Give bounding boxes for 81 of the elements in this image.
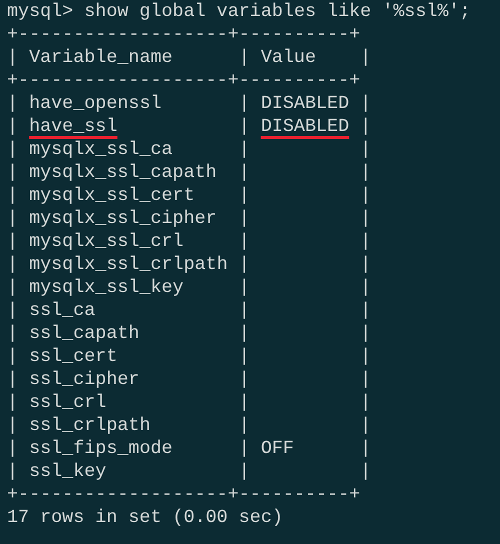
table-cell: ssl_cert: [29, 346, 118, 367]
column-separator: |: [360, 391, 372, 414]
column-separator: |: [360, 345, 372, 368]
column-separator: |: [360, 115, 372, 138]
table-border: +-------------------+----------+: [7, 23, 360, 46]
column-separator: |: [360, 92, 372, 115]
table-cell: mysqlx_ssl_ca: [29, 139, 173, 160]
column-separator: |: [7, 391, 18, 414]
table-cell: mysqlx_ssl_key: [29, 277, 184, 298]
table-cell: mysqlx_ssl_cipher: [29, 208, 217, 229]
column-separator: |: [7, 207, 18, 230]
column-separator: |: [360, 230, 372, 253]
column-separator: |: [360, 368, 372, 391]
column-separator: |: [360, 460, 372, 483]
table-cell: ssl_capath: [29, 323, 140, 344]
column-separator: |: [7, 46, 18, 69]
table-cell: mysqlx_ssl_crlpath: [29, 254, 228, 275]
column-header: Value: [260, 46, 318, 69]
column-separator: |: [7, 161, 18, 184]
column-separator: |: [360, 184, 372, 207]
column-separator: |: [7, 345, 18, 368]
column-separator: |: [7, 184, 18, 207]
column-separator: |: [360, 322, 372, 345]
column-separator: |: [7, 253, 18, 276]
column-separator: |: [360, 207, 372, 230]
column-separator: |: [238, 207, 250, 230]
column-separator: |: [360, 437, 372, 460]
column-separator: |: [238, 345, 250, 368]
column-separator: |: [360, 276, 372, 299]
table-cell: mysqlx_ssl_crl: [29, 231, 184, 252]
column-separator: |: [238, 115, 250, 138]
column-separator: |: [238, 276, 250, 299]
column-separator: |: [238, 138, 250, 161]
column-separator: |: [360, 253, 372, 276]
table-cell: OFF: [260, 438, 294, 459]
column-separator: |: [238, 391, 250, 414]
table-cell: ssl_fips_mode: [29, 438, 173, 459]
column-separator: |: [238, 460, 250, 483]
column-separator: |: [238, 299, 250, 322]
column-separator: |: [238, 92, 250, 115]
column-separator: |: [238, 437, 250, 460]
column-separator: |: [238, 322, 250, 345]
column-separator: |: [360, 414, 372, 437]
table-cell: ssl_crl: [29, 392, 106, 413]
column-separator: |: [238, 230, 250, 253]
column-separator: |: [7, 322, 18, 345]
table-cell: have_ssl: [29, 116, 118, 137]
column-separator: |: [7, 460, 18, 483]
column-separator: |: [7, 276, 18, 299]
table-border: +-------------------+----------+: [7, 69, 360, 92]
column-separator: |: [360, 138, 372, 161]
table-cell: ssl_crlpath: [29, 415, 150, 436]
column-separator: |: [360, 46, 372, 69]
column-separator: |: [238, 161, 250, 184]
column-separator: |: [238, 414, 250, 437]
table-cell: ssl_ca: [29, 300, 96, 321]
column-separator: |: [7, 138, 18, 161]
table-cell: DISABLED: [260, 93, 350, 114]
column-separator: |: [7, 230, 18, 253]
column-separator: |: [238, 46, 250, 69]
column-separator: |: [7, 299, 18, 322]
table-cell: ssl_cipher: [29, 369, 140, 390]
column-separator: |: [7, 437, 18, 460]
column-separator: |: [360, 161, 372, 184]
table-cell: DISABLED: [260, 116, 350, 137]
column-separator: |: [238, 368, 250, 391]
table-border: +-------------------+----------+: [7, 483, 360, 506]
result-summary: 17 rows in set (0.00 sec): [7, 506, 283, 529]
table-cell: mysqlx_ssl_capath: [29, 162, 217, 183]
command-line: mysql> show global variables like '%ssl%';: [7, 0, 471, 23]
column-separator: |: [238, 184, 250, 207]
table-cell: ssl_key: [29, 461, 106, 482]
table-cell: mysqlx_ssl_cert: [29, 185, 195, 206]
column-separator: |: [7, 368, 18, 391]
column-separator: |: [7, 115, 18, 138]
table-cell: have_openssl: [29, 93, 162, 114]
column-separator: |: [238, 253, 250, 276]
column-separator: |: [360, 299, 372, 322]
column-separator: |: [7, 414, 18, 437]
column-header: Variable_name: [29, 46, 174, 69]
column-separator: |: [7, 92, 18, 115]
